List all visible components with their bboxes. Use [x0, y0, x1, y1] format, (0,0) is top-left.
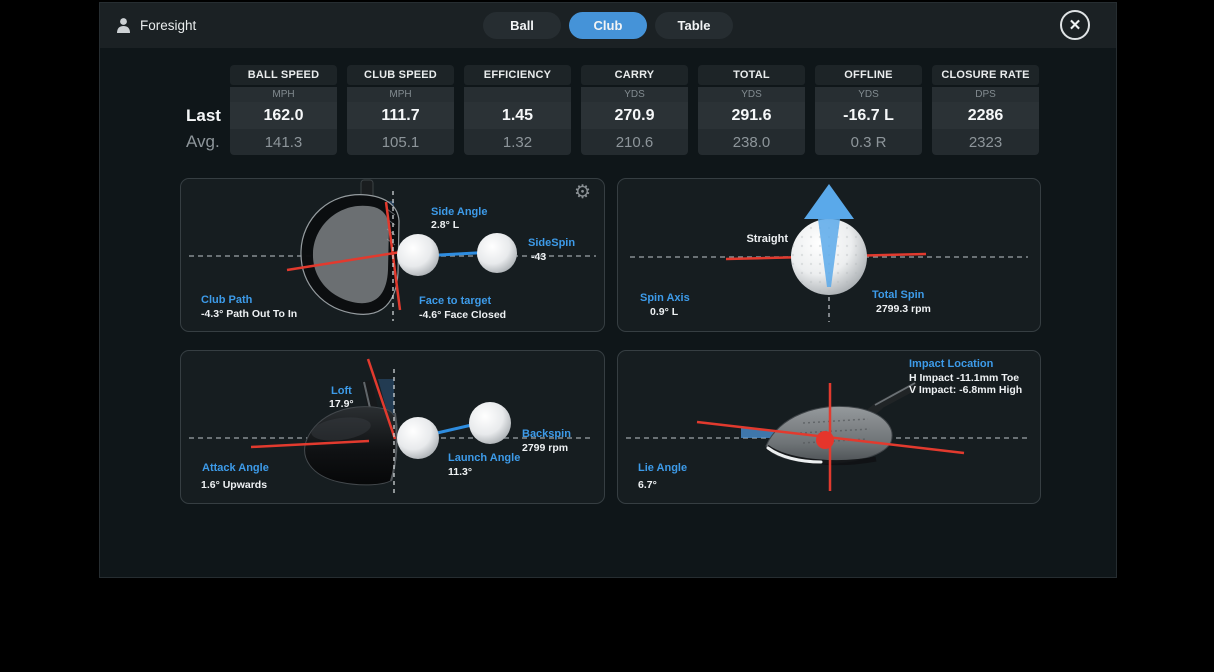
view-tabs: Ball Club Table	[483, 12, 733, 39]
side-spin-value: -43	[531, 251, 546, 263]
row-label-last: Last	[186, 106, 222, 126]
foresight-window: Foresight Ball Club Table ✕ Last Avg. BA…	[99, 2, 1117, 578]
stat-unit	[464, 87, 571, 102]
stat-col-carry: CARRY YDS 270.9 210.6	[581, 65, 688, 155]
spin-diagram	[618, 179, 1040, 331]
panel-spin: Straight Spin Axis 0.9° L Total Spin 279…	[617, 178, 1041, 332]
stat-last-value: 291.6	[698, 102, 805, 129]
screen: Foresight Ball Club Table ✕ Last Avg. BA…	[0, 0, 1214, 672]
side-angle-label: Side Angle	[431, 206, 487, 218]
panel-grid: ⚙ Side Angle 2.8° L SideSpin -43 Club Pa…	[180, 178, 1041, 504]
launch-angle-label: Launch Angle	[448, 452, 520, 464]
club-path-value: -4.3° Path Out To In	[201, 308, 297, 320]
brand: Foresight	[116, 3, 196, 48]
stat-col-offline: OFFLINE YDS -16.7 L 0.3 R	[815, 65, 922, 155]
launch-angle-value: 11.3°	[448, 466, 472, 478]
stat-unit: YDS	[698, 87, 805, 102]
backspin-value: 2799 rpm	[522, 442, 568, 454]
side-angle-value: 2.8° L	[431, 219, 459, 231]
stat-avg-value: 0.3 R	[815, 129, 922, 155]
loft-value: 17.9°	[329, 398, 354, 410]
lie-angle-value: 6.7°	[638, 479, 657, 491]
stat-unit: MPH	[230, 87, 337, 102]
person-icon	[116, 17, 131, 34]
close-button[interactable]: ✕	[1060, 10, 1090, 40]
stat-col-closure-rate: CLOSURE RATE DPS 2286 2323	[932, 65, 1039, 155]
stat-col-club-speed: CLUB SPEED MPH 111.7 105.1	[347, 65, 454, 155]
stat-col-efficiency: EFFICIENCY 1.45 1.32	[464, 65, 571, 155]
stat-cards: BALL SPEED MPH 162.0 141.3 CLUB SPEED MP…	[230, 65, 1039, 155]
face-to-target-value: -4.6° Face Closed	[419, 309, 506, 321]
stat-name: CLUB SPEED	[347, 65, 454, 85]
stat-unit: DPS	[932, 87, 1039, 102]
panel-impact: Impact Location H Impact -11.1mm Toe V I…	[617, 350, 1041, 504]
stat-avg-value: 210.6	[581, 129, 688, 155]
panel-launch: Loft 17.9° Backspin 2799 rpm Launch Angl…	[180, 350, 605, 504]
gear-icon[interactable]: ⚙	[574, 183, 591, 202]
stat-col-total: TOTAL YDS 291.6 238.0	[698, 65, 805, 155]
tab-club[interactable]: Club	[569, 12, 647, 39]
stat-name: BALL SPEED	[230, 65, 337, 85]
spin-axis-label: Spin Axis	[640, 292, 690, 304]
stat-avg-value: 105.1	[347, 129, 454, 155]
impact-location-label: Impact Location	[909, 358, 993, 370]
close-icon: ✕	[1069, 16, 1082, 34]
v-impact-value: V Impact: -6.8mm High	[909, 384, 1022, 396]
spin-axis-value: 0.9° L	[650, 306, 678, 318]
total-spin-label: Total Spin	[872, 289, 924, 301]
h-impact-value: H Impact -11.1mm Toe	[909, 372, 1019, 384]
app-title: Foresight	[140, 18, 196, 33]
attack-angle-value: 1.6° Upwards	[201, 479, 267, 491]
lie-angle-label: Lie Angle	[638, 462, 687, 474]
attack-angle-label: Attack Angle	[202, 462, 269, 474]
stat-last-value: 111.7	[347, 102, 454, 129]
face-to-target-label: Face to target	[419, 295, 491, 307]
stat-name: EFFICIENCY	[464, 65, 571, 85]
stat-avg-value: 238.0	[698, 129, 805, 155]
stat-name: CARRY	[581, 65, 688, 85]
backspin-label: Backspin	[522, 428, 571, 440]
stat-name: TOTAL	[698, 65, 805, 85]
stat-name: OFFLINE	[815, 65, 922, 85]
header-bar: Foresight Ball Club Table ✕	[100, 3, 1116, 48]
side-spin-label: SideSpin	[528, 237, 575, 249]
total-spin-value: 2799.3 rpm	[876, 303, 931, 315]
tab-ball[interactable]: Ball	[483, 12, 561, 39]
stat-unit: YDS	[815, 87, 922, 102]
stat-last-value: 1.45	[464, 102, 571, 129]
stat-last-value: 270.9	[581, 102, 688, 129]
spin-direction-label: Straight	[733, 233, 788, 245]
stat-unit: YDS	[581, 87, 688, 102]
stat-col-ball-speed: BALL SPEED MPH 162.0 141.3	[230, 65, 337, 155]
loft-label: Loft	[331, 385, 352, 397]
stat-last-value: -16.7 L	[815, 102, 922, 129]
stat-avg-value: 1.32	[464, 129, 571, 155]
panel-club-path: ⚙ Side Angle 2.8° L SideSpin -43 Club Pa…	[180, 178, 605, 332]
stat-avg-value: 2323	[932, 129, 1039, 155]
stat-last-value: 162.0	[230, 102, 337, 129]
row-label-avg: Avg.	[186, 132, 222, 152]
stat-name: CLOSURE RATE	[932, 65, 1039, 85]
stat-avg-value: 141.3	[230, 129, 337, 155]
stat-unit: MPH	[347, 87, 454, 102]
tab-table[interactable]: Table	[655, 12, 733, 39]
stat-last-value: 2286	[932, 102, 1039, 129]
club-path-label: Club Path	[201, 294, 252, 306]
